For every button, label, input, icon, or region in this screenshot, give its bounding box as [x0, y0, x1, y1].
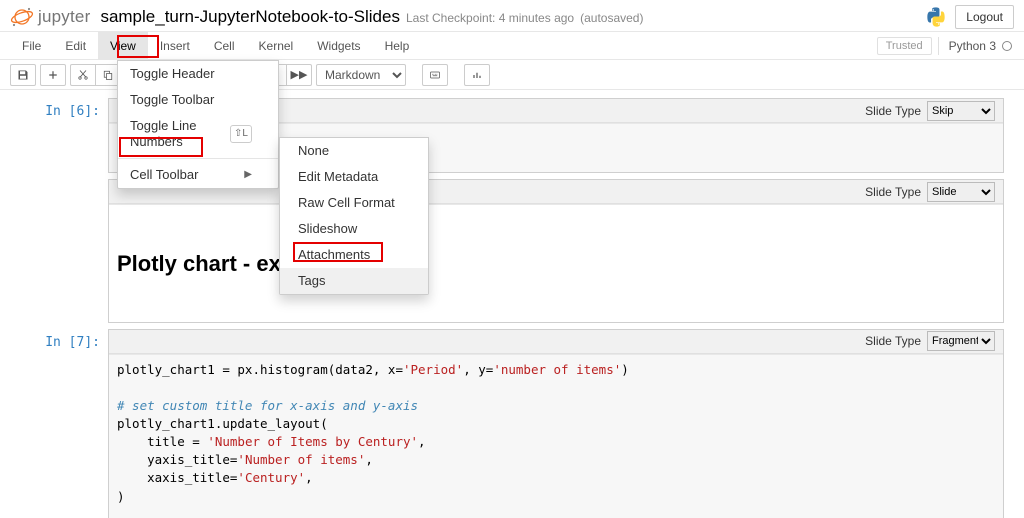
autosave-text: (autosaved)	[580, 11, 643, 25]
jupyter-logo[interactable]: jupyter	[10, 5, 90, 29]
restart-run-all-button[interactable]: ▶▶	[286, 64, 312, 86]
checkpoint-text: Last Checkpoint: 4 minutes ago	[406, 11, 574, 25]
markdown-heading: Plotly chart - ex	[117, 248, 995, 280]
submenu-item-raw-cell-format[interactable]: Raw Cell Format	[280, 190, 428, 216]
menu-cell[interactable]: Cell	[202, 32, 247, 60]
cell-type-select[interactable]: Markdown	[316, 64, 406, 86]
nbextension-button[interactable]	[464, 64, 490, 86]
save-icon	[17, 69, 29, 81]
slide-type-select[interactable]: Fragment	[927, 331, 995, 351]
bar-chart-icon	[471, 69, 483, 81]
cut-button[interactable]	[70, 64, 96, 86]
logo-text: jupyter	[38, 7, 90, 27]
notebook-title[interactable]: sample_turn-JupyterNotebook-to-Slides	[100, 7, 400, 27]
menu-item-toggle-line-numbers[interactable]: Toggle Line Numbers⇧L	[118, 113, 278, 155]
submenu-item-none[interactable]: None	[280, 138, 428, 164]
submenu-arrow-icon: ▶	[244, 167, 252, 183]
menu-separator	[118, 158, 278, 159]
cut-icon	[77, 69, 89, 81]
trusted-indicator[interactable]: Trusted	[877, 37, 932, 55]
menu-bar: File Edit View Insert Cell Kernel Widget…	[0, 32, 1024, 60]
copy-icon	[102, 69, 114, 81]
save-button[interactable]	[10, 64, 36, 86]
slide-type-select[interactable]: Skip	[927, 101, 995, 121]
shortcut-badge: ⇧L	[230, 125, 252, 143]
slide-type-label: Slide Type	[865, 104, 921, 118]
cell-prompt: In [6]:	[20, 98, 108, 173]
kernel-status-icon	[1002, 41, 1012, 51]
menu-view[interactable]: View	[98, 32, 148, 60]
menu-kernel[interactable]: Kernel	[247, 32, 306, 60]
menu-file[interactable]: File	[10, 32, 53, 60]
plus-icon	[47, 69, 59, 81]
kernel-name[interactable]: Python 3	[949, 39, 996, 53]
logout-button[interactable]: Logout	[955, 5, 1014, 29]
menu-help[interactable]: Help	[373, 32, 422, 60]
fast-forward-icon: ▶▶	[291, 68, 308, 81]
submenu-item-attachments[interactable]: Attachments	[280, 242, 428, 268]
cell-code-editor[interactable]: plotly_chart1 = px.histogram(data2, x='P…	[109, 354, 1003, 518]
add-cell-button[interactable]	[40, 64, 66, 86]
cell-prompt: In [7]:	[20, 329, 108, 518]
command-palette-button[interactable]	[422, 64, 448, 86]
slide-type-label: Slide Type	[865, 334, 921, 348]
slide-type-label: Slide Type	[865, 185, 921, 199]
submenu-item-edit-metadata[interactable]: Edit Metadata	[280, 164, 428, 190]
menu-item-toggle-toolbar[interactable]: Toggle Toolbar	[118, 87, 278, 113]
cell-toolbar-area: Slide Type Fragment	[109, 330, 1003, 354]
cell-prompt	[20, 179, 108, 322]
menu-edit[interactable]: Edit	[53, 32, 98, 60]
title-area: sample_turn-JupyterNotebook-to-Slides La…	[100, 7, 643, 27]
slide-type-select[interactable]: Slide	[927, 182, 995, 202]
submenu-item-slideshow[interactable]: Slideshow	[280, 216, 428, 242]
view-menu-dropdown: Toggle Header Toggle Toolbar Toggle Line…	[117, 60, 279, 189]
menu-item-toggle-header[interactable]: Toggle Header	[118, 61, 278, 87]
submenu-item-tags[interactable]: Tags	[280, 268, 428, 294]
code-cell[interactable]: In [7]: Slide Type Fragment plotly_chart…	[20, 329, 1004, 518]
cell-toolbar-submenu: None Edit Metadata Raw Cell Format Slide…	[279, 137, 429, 295]
jupyter-planet-icon	[10, 5, 34, 29]
menu-insert[interactable]: Insert	[148, 32, 202, 60]
menu-widgets[interactable]: Widgets	[305, 32, 372, 60]
header-bar: jupyter sample_turn-JupyterNotebook-to-S…	[0, 0, 1024, 32]
python-logo-icon	[925, 6, 947, 28]
keyboard-icon	[429, 69, 441, 81]
menu-item-cell-toolbar[interactable]: Cell Toolbar▶	[118, 162, 278, 188]
cell-markdown-rendered[interactable]: Plotly chart - ex	[109, 204, 1003, 321]
markdown-cell[interactable]: Slide Type Slide Plotly chart - ex	[20, 179, 1004, 322]
